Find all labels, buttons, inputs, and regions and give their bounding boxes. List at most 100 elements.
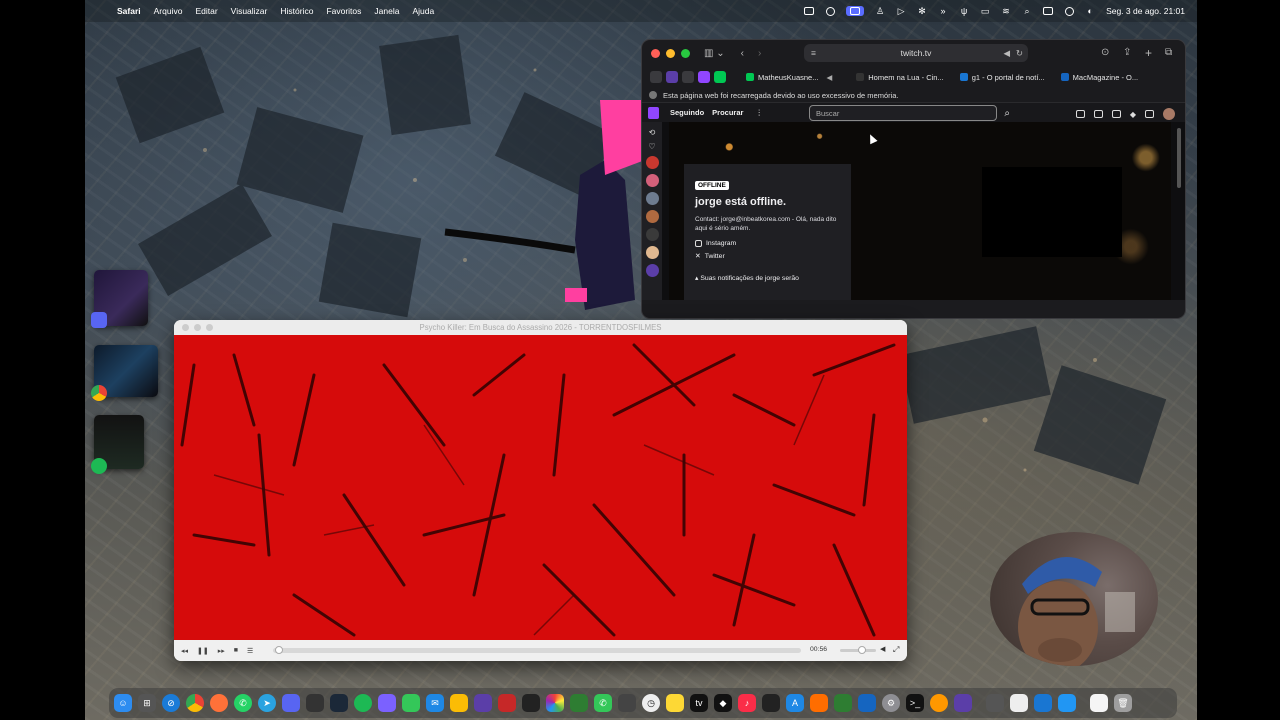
mail-icon[interactable]: ✉ xyxy=(426,694,444,712)
crown-icon[interactable] xyxy=(1075,110,1085,118)
bug-icon[interactable]: ✻ xyxy=(917,6,927,16)
launchpad-icon[interactable]: ⊞ xyxy=(138,694,156,712)
app-icon[interactable] xyxy=(762,694,780,712)
control-center-icon[interactable] xyxy=(1043,6,1054,16)
twitch-logo-icon[interactable] xyxy=(648,106,659,119)
app-icon[interactable] xyxy=(858,694,876,712)
channel-avatar[interactable] xyxy=(645,156,659,169)
stop-icon[interactable]: ■ xyxy=(234,647,238,654)
firefox-icon[interactable] xyxy=(210,694,228,712)
more-options-icon[interactable]: ⋮ xyxy=(755,108,763,117)
app-icon[interactable] xyxy=(930,694,948,712)
user-avatar[interactable] xyxy=(1163,108,1175,120)
pinned-tab-4[interactable] xyxy=(698,71,710,83)
messages-icon[interactable] xyxy=(402,694,420,712)
inbox-icon[interactable] xyxy=(1093,110,1103,118)
app-icon[interactable] xyxy=(1058,694,1076,712)
telegram-icon[interactable]: ➤ xyxy=(258,694,276,712)
heart-icon[interactable]: ♡ xyxy=(648,142,655,151)
discord-icon[interactable] xyxy=(282,694,300,712)
appletv-icon[interactable]: tv xyxy=(690,694,708,712)
circle-status-icon[interactable] xyxy=(825,6,835,16)
finder-icon[interactable]: ☺ xyxy=(114,694,132,712)
steam-icon[interactable] xyxy=(330,694,348,712)
channel-avatar[interactable] xyxy=(645,228,659,241)
drive-icon[interactable] xyxy=(450,694,468,712)
search-button-icon[interactable]: ⌕ xyxy=(1004,108,1010,119)
forward-icon[interactable]: » xyxy=(938,6,948,16)
photos-icon[interactable] xyxy=(546,694,564,712)
pinned-tab-2[interactable] xyxy=(666,71,678,83)
menu-editar[interactable]: Editar xyxy=(195,6,217,16)
app-icon[interactable] xyxy=(618,694,636,712)
spotify-app-badge[interactable] xyxy=(91,458,107,474)
safari-icon[interactable]: ⊘ xyxy=(162,694,180,712)
reader-icon[interactable]: ≡ xyxy=(811,48,816,58)
whatsapp-icon[interactable]: ✆ xyxy=(234,694,252,712)
notice-close-icon[interactable] xyxy=(649,91,657,99)
app-icon[interactable] xyxy=(1034,694,1052,712)
menu-visualizar[interactable]: Visualizar xyxy=(231,6,268,16)
app-icon[interactable] xyxy=(378,694,396,712)
music-icon[interactable]: ♪ xyxy=(738,694,756,712)
menu-ajuda[interactable]: Ajuda xyxy=(412,6,434,16)
pinned-tab-3[interactable] xyxy=(682,71,694,83)
player-close-button[interactable] xyxy=(182,324,189,331)
battery-icon[interactable]: ▭ xyxy=(980,6,990,16)
rewind-icon[interactable]: ◂◂ xyxy=(181,647,188,655)
app-icon[interactable] xyxy=(986,694,1004,712)
zoom-window-button[interactable] xyxy=(681,48,690,58)
facetime-icon[interactable] xyxy=(570,694,588,712)
pinned-tab-5[interactable] xyxy=(714,71,726,83)
app-icon[interactable] xyxy=(498,694,516,712)
tab-overview-icon[interactable]: ⧉ xyxy=(1165,47,1172,58)
instagram-link[interactable]: Instagram xyxy=(695,240,840,247)
sidebar-toggle-icon[interactable]: ▥ ⌄ xyxy=(704,48,725,59)
back-arrow-icon[interactable]: ‹ xyxy=(741,48,744,59)
channel-avatar[interactable] xyxy=(645,210,659,223)
tab-audio-icon[interactable]: ◀ xyxy=(826,73,832,82)
player-zoom-button[interactable] xyxy=(206,324,213,331)
volume-icon[interactable]: ◀ xyxy=(880,645,885,653)
app-icon[interactable] xyxy=(1010,694,1028,712)
twitch-search-input[interactable]: Buscar ⌕ xyxy=(809,105,1010,121)
minimize-window-button[interactable] xyxy=(666,48,675,58)
share-icon[interactable]: ⇪ xyxy=(1123,47,1131,58)
discord-app-badge[interactable] xyxy=(91,312,107,328)
wifi-icon[interactable]: ≋ xyxy=(1001,6,1011,16)
close-window-button[interactable] xyxy=(651,48,660,58)
menubar-clock[interactable]: Seg. 3 de ago. 21:01 xyxy=(1106,6,1185,16)
phone-icon[interactable]: ✆ xyxy=(594,694,612,712)
collapse-sidebar-icon[interactable]: ⟲ xyxy=(649,128,656,137)
pinned-tab-1[interactable] xyxy=(650,71,662,83)
prime-icon[interactable] xyxy=(1145,110,1154,118)
settings-icon[interactable]: ⚙ xyxy=(882,694,900,712)
menu-app-name[interactable]: Safari xyxy=(117,6,141,16)
channel-avatar[interactable] xyxy=(645,174,659,187)
play-status-icon[interactable]: ▷ xyxy=(896,6,906,16)
tab-g1[interactable]: g1 - O portal de notí... xyxy=(954,69,1051,85)
whispers-icon[interactable] xyxy=(1111,110,1121,118)
screen-record-icon[interactable] xyxy=(804,6,815,16)
terminal-icon[interactable]: >_ xyxy=(906,694,924,712)
clock-icon[interactable]: ◷ xyxy=(642,694,660,712)
app-icon[interactable] xyxy=(810,694,828,712)
tab-kick[interactable]: MatheusKuasne... ◀ xyxy=(740,69,838,85)
menu-favoritos[interactable]: Favoritos xyxy=(326,6,361,16)
new-tab-icon[interactable]: + xyxy=(1145,46,1152,60)
fullscreen-icon[interactable]: ⤢ xyxy=(893,645,899,655)
document-icon[interactable] xyxy=(1090,694,1108,712)
seek-handle[interactable] xyxy=(275,646,283,654)
notes-icon[interactable] xyxy=(666,694,684,712)
volume-handle[interactable] xyxy=(858,646,866,654)
tab-homem-na-lua[interactable]: Homem na Lua - Cin... xyxy=(850,69,949,85)
nav-following[interactable]: Seguindo xyxy=(670,108,704,117)
app-icon[interactable]: ◆ xyxy=(714,694,732,712)
player-minimize-button[interactable] xyxy=(194,324,201,331)
download-icon[interactable]: ⊙ xyxy=(1101,47,1109,58)
highlighted-menu-icon[interactable] xyxy=(846,6,865,16)
spotify-icon[interactable] xyxy=(354,694,372,712)
menu-arquivo[interactable]: Arquivo xyxy=(154,6,183,16)
appstore-icon[interactable]: A xyxy=(786,694,804,712)
forward-arrow-icon[interactable]: › xyxy=(758,48,761,59)
